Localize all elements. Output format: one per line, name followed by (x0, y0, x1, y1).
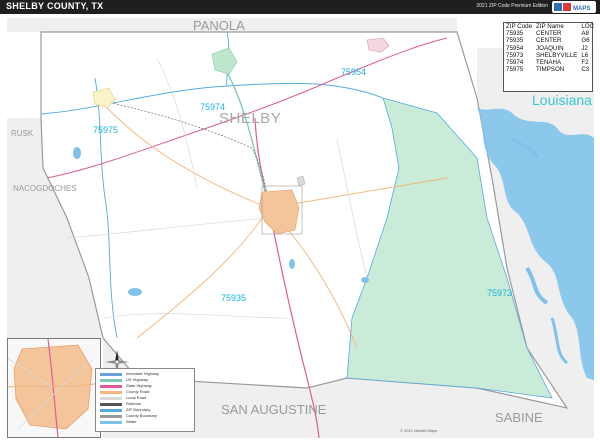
legend-swatch (100, 409, 122, 412)
zip-table-cell: 75975 (506, 66, 524, 74)
zip-label-75935: 75935 (221, 293, 247, 303)
center-inset-map[interactable] (7, 338, 101, 438)
legend-item: Local Road (100, 395, 190, 401)
zip-table-header-name: ZIP Name (536, 23, 564, 30)
legend-label: ZIP Boundary (126, 407, 151, 412)
zip-table-cell: TENAHA (536, 59, 562, 67)
zip-table-row: 75954 JOAQUIN J2 (504, 45, 596, 52)
nacogdoches-county-label: NACOGDOCHES (13, 184, 77, 193)
legend-label: Local Road (126, 395, 147, 400)
zip-table-cell: 75974 (506, 59, 524, 67)
panola-county-label: PANOLA (193, 18, 245, 33)
legend-swatch (100, 415, 122, 418)
legend-label: County Road (126, 389, 150, 394)
zip-table-cell: CENTER (536, 30, 562, 38)
legend-item: County Boundary (100, 413, 190, 419)
map-area[interactable]: PANOLA RUSK NACOGDOCHES SAN AUGUSTINE SA… (7, 18, 594, 438)
legend-swatch (100, 421, 122, 424)
sabine-county-label: SABINE (495, 410, 543, 425)
zip-label-75974: 75974 (200, 102, 226, 112)
map-title: SHELBY COUNTY, TX (6, 1, 104, 11)
zip-table: ZIP Code ZIP Name LOC 75935 CENTER A8 75… (504, 23, 596, 73)
shelby-county-label: SHELBY (219, 110, 282, 127)
zip-table-row: 75935 CENTER A8 (504, 30, 596, 37)
publisher-logo: MAPS (552, 1, 596, 13)
rusk-county-label: RUSK (11, 129, 34, 138)
lake-4 (361, 277, 369, 283)
legend-swatch (100, 397, 122, 400)
title-bar: SHELBY COUNTY, TX 2021 ZIP Code Premium … (0, 0, 600, 14)
zip-table-row: 75935 CENTER G6 (504, 37, 596, 44)
legend-item: Water (100, 419, 190, 425)
zip-label-75954: 75954 (341, 67, 367, 77)
san-augustine-county-label: SAN AUGUSTINE (221, 402, 327, 417)
zip-table-cell: CENTER (536, 37, 562, 45)
zip-table-row: 75975 TIMPSON C3 (504, 66, 596, 73)
zip-table-header-zip: ZIP Code (506, 23, 533, 30)
zip-table-cell: C3 (581, 66, 590, 74)
zip-table-row: 75973 SHELBYVILLE L6 (504, 52, 596, 59)
zip-table-header-loc: LOC (581, 23, 595, 30)
copyright-text: © 2021 Market Maps (400, 428, 438, 433)
inset-canvas (8, 339, 100, 437)
zip-table-cell: TIMPSON (536, 66, 565, 74)
zip-table-cell: 75954 (506, 44, 524, 52)
legend-label: State Highway (126, 383, 152, 388)
legend-swatch (100, 379, 122, 382)
zip-code-table: ZIP Code ZIP Name LOC 75935 CENTER A8 75… (503, 22, 596, 92)
legend-swatch (100, 391, 122, 394)
lake-2 (289, 259, 295, 269)
legend-swatch (100, 403, 122, 406)
zip-table-cell: F2 (581, 59, 589, 67)
zip-table-cell: 75935 (506, 30, 524, 38)
legend-swatch (100, 385, 122, 388)
zip-label-75975: 75975 (93, 125, 119, 135)
zip-table-cell: 75935 (506, 37, 524, 45)
zip-table-cell: J2 (581, 44, 588, 52)
zip-table-cell: G6 (581, 37, 590, 45)
svg-text:MAPS: MAPS (573, 6, 590, 12)
louisiana-state-label: Louisiana (532, 92, 592, 108)
map-page: SHELBY COUNTY, TX 2021 ZIP Code Premium … (0, 0, 600, 440)
zip-table-cell: JOAQUIN (536, 44, 564, 52)
legend-label: County Boundary (126, 413, 157, 418)
legend-label: Railroad (126, 401, 141, 406)
rusk-county-area (7, 118, 43, 168)
zip-table-cell: SHELBYVILLE (536, 51, 578, 59)
zip-table-cell: A8 (581, 30, 589, 38)
zip-table-cell: L6 (581, 51, 589, 59)
zip-label-75973: 75973 (487, 288, 513, 298)
lake-1 (128, 288, 142, 296)
legend-swatch (100, 373, 122, 376)
zip-table-row: 75974 TENAHA F2 (504, 59, 596, 66)
legend-label: Water (126, 419, 137, 424)
legend-label: Interstate Highway (126, 371, 160, 376)
edition-text: 2021 ZIP Code Premium Edition (476, 3, 548, 9)
lake-3 (73, 147, 81, 159)
legend-label: US Highway (126, 377, 149, 382)
map-legend: Interstate Highway US Highway State High… (95, 368, 195, 432)
zip-table-cell: 75973 (506, 51, 524, 59)
zip-table-header-row: ZIP Code ZIP Name LOC (504, 23, 596, 30)
